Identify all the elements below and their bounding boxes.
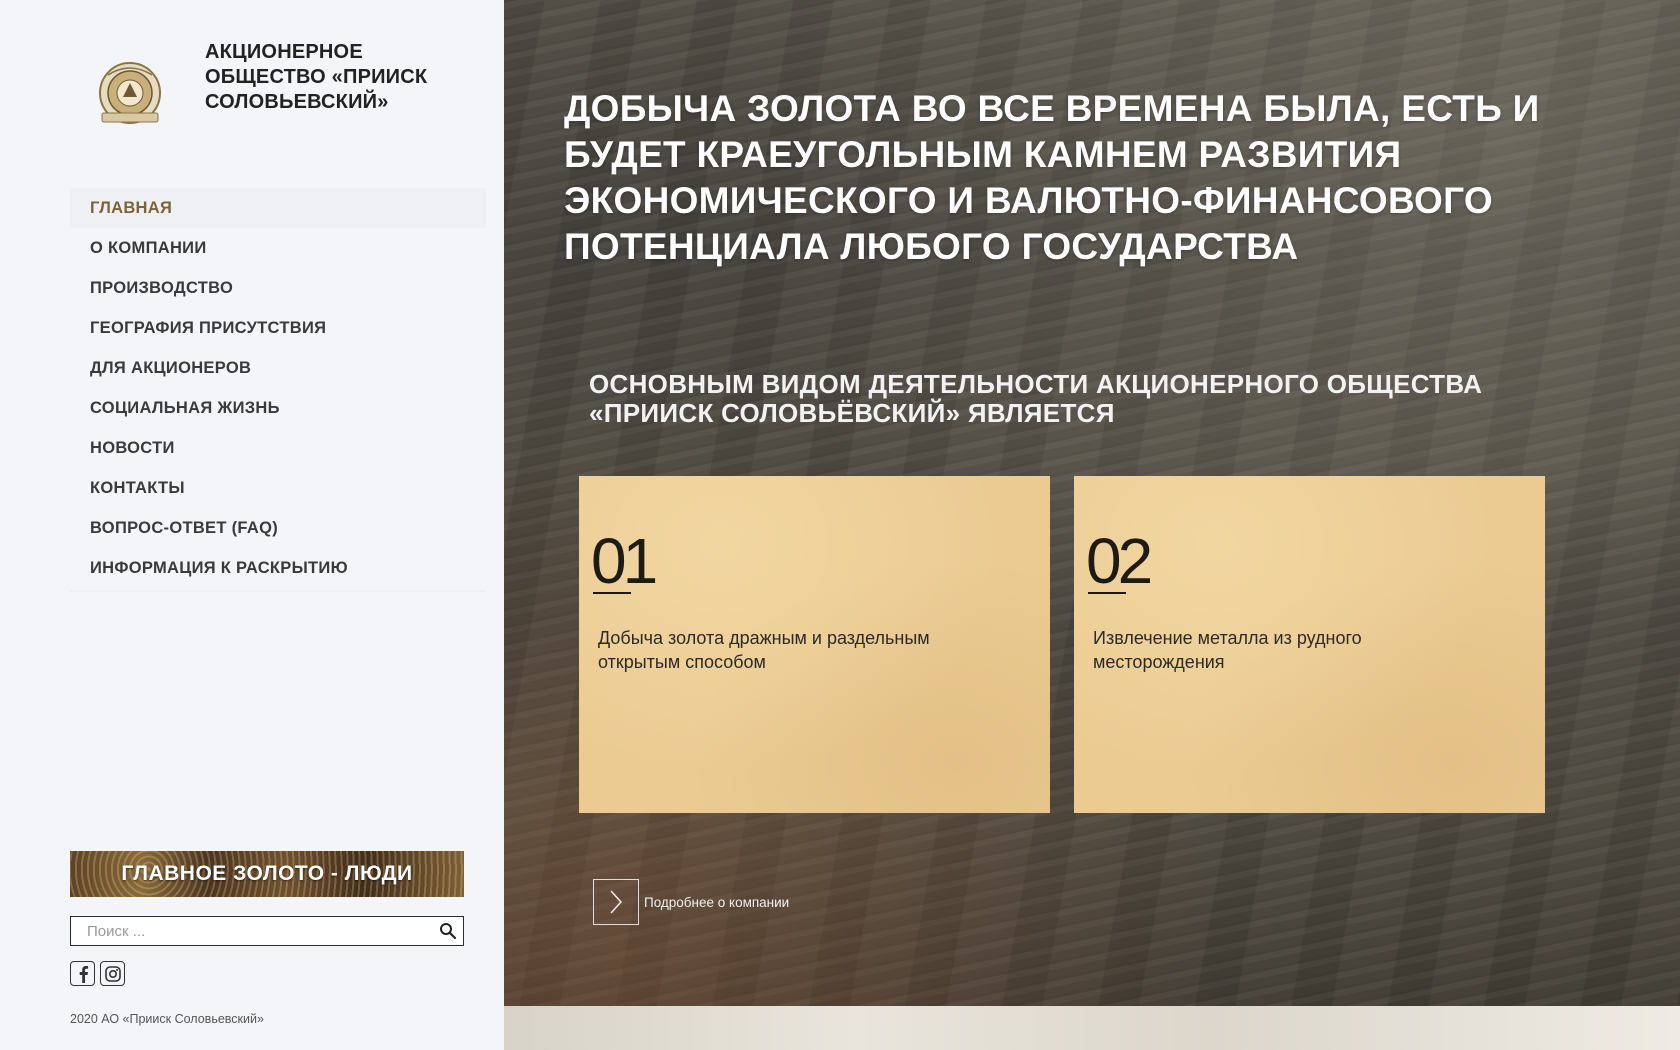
search-icon: [440, 923, 457, 940]
facebook-link[interactable]: [70, 961, 95, 986]
hero-heading: ДОБЫЧА ЗОЛОТА ВО ВСЕ ВРЕМЕНА БЫЛА, ЕСТЬ …: [564, 88, 1540, 267]
nav-item-faq[interactable]: ВОПРОС-ОТВЕТ (FAQ): [70, 508, 486, 548]
instagram-icon: [104, 965, 121, 982]
search-form: [70, 916, 464, 946]
hero-section: ДОБЫЧА ЗОЛОТА ВО ВСЕ ВРЕМЕНА БЫЛА, ЕСТЬ …: [504, 0, 1680, 1006]
nav-item-social-life[interactable]: СОЦИАЛЬНАЯ ЖИЗНЬ: [70, 388, 486, 428]
activity-card[interactable]: 02 Извлечение металла из рудного месторо…: [1074, 476, 1545, 813]
nav-item-disclosure[interactable]: ИНФОРМАЦИЯ К РАСКРЫТИЮ: [70, 548, 486, 588]
nav-item-news[interactable]: НОВОСТИ: [70, 428, 486, 468]
chevron-right-icon: [610, 890, 623, 914]
facebook-icon: [79, 965, 88, 983]
nav-item-about[interactable]: О КОМПАНИИ: [70, 228, 486, 268]
activity-card[interactable]: 01 Добыча золота дражным и раздельным от…: [579, 476, 1050, 813]
nav-item-production[interactable]: ПРОИЗВОДСТВО: [70, 268, 486, 308]
logo-block[interactable]: АКЦИОНЕРНОЕ ОБЩЕСТВО «ПРИИСК СОЛОВЬЕВСКИ…: [90, 40, 427, 135]
card-text: Извлечение металла из рудного месторожде…: [1093, 628, 1362, 672]
nav-divider: [70, 590, 486, 592]
more-link-label: Подробнее о компании: [644, 894, 790, 910]
card-number: 01: [591, 525, 658, 597]
search-input[interactable]: [71, 917, 433, 945]
nav-item-contacts[interactable]: КОНТАКТЫ: [70, 468, 486, 508]
instagram-link[interactable]: [100, 961, 125, 986]
nav-item-geography[interactable]: ГЕОГРАФИЯ ПРИСУТСТВИЯ: [70, 308, 486, 348]
main-nav: ГЛАВНАЯ О КОМПАНИИ ПРОИЗВОДСТВО ГЕОГРАФИ…: [70, 188, 486, 592]
search-button[interactable]: [433, 917, 463, 945]
card-text: Добыча золота дражным и раздельным откры…: [598, 628, 930, 672]
next-section-preview: [504, 1006, 1680, 1050]
hero-subheading: ОСНОВНЫМ ВИДОМ ДЕЯТЕЛЬНОСТИ АКЦИОНЕРНОГО…: [589, 369, 1483, 428]
card-number: 02: [1086, 525, 1153, 597]
copyright: 2020 АО «Прииск Соловьевский»: [70, 1012, 264, 1026]
nav-item-home[interactable]: ГЛАВНАЯ: [70, 188, 486, 228]
sidebar: АКЦИОНЕРНОЕ ОБЩЕСТВО «ПРИИСК СОЛОВЬЕВСКИ…: [0, 0, 504, 1050]
company-emblem-icon: [99, 62, 161, 124]
banner-label: ГЛАВНОЕ ЗОЛОТО - ЛЮДИ: [121, 862, 413, 885]
social-links: [70, 961, 125, 986]
more-about-company-link[interactable]: Подробнее о компании: [593, 879, 789, 925]
people-gold-banner[interactable]: ГЛАВНОЕ ЗОЛОТО - ЛЮДИ: [70, 851, 464, 897]
nav-item-shareholders[interactable]: ДЛЯ АКЦИОНЕРОВ: [70, 348, 486, 388]
more-arrow-button[interactable]: [593, 879, 639, 925]
activity-cards: 01 Добыча золота дражным и раздельным от…: [579, 476, 1545, 813]
company-title: АКЦИОНЕРНОЕ ОБЩЕСТВО «ПРИИСК СОЛОВЬЕВСКИ…: [205, 41, 428, 113]
